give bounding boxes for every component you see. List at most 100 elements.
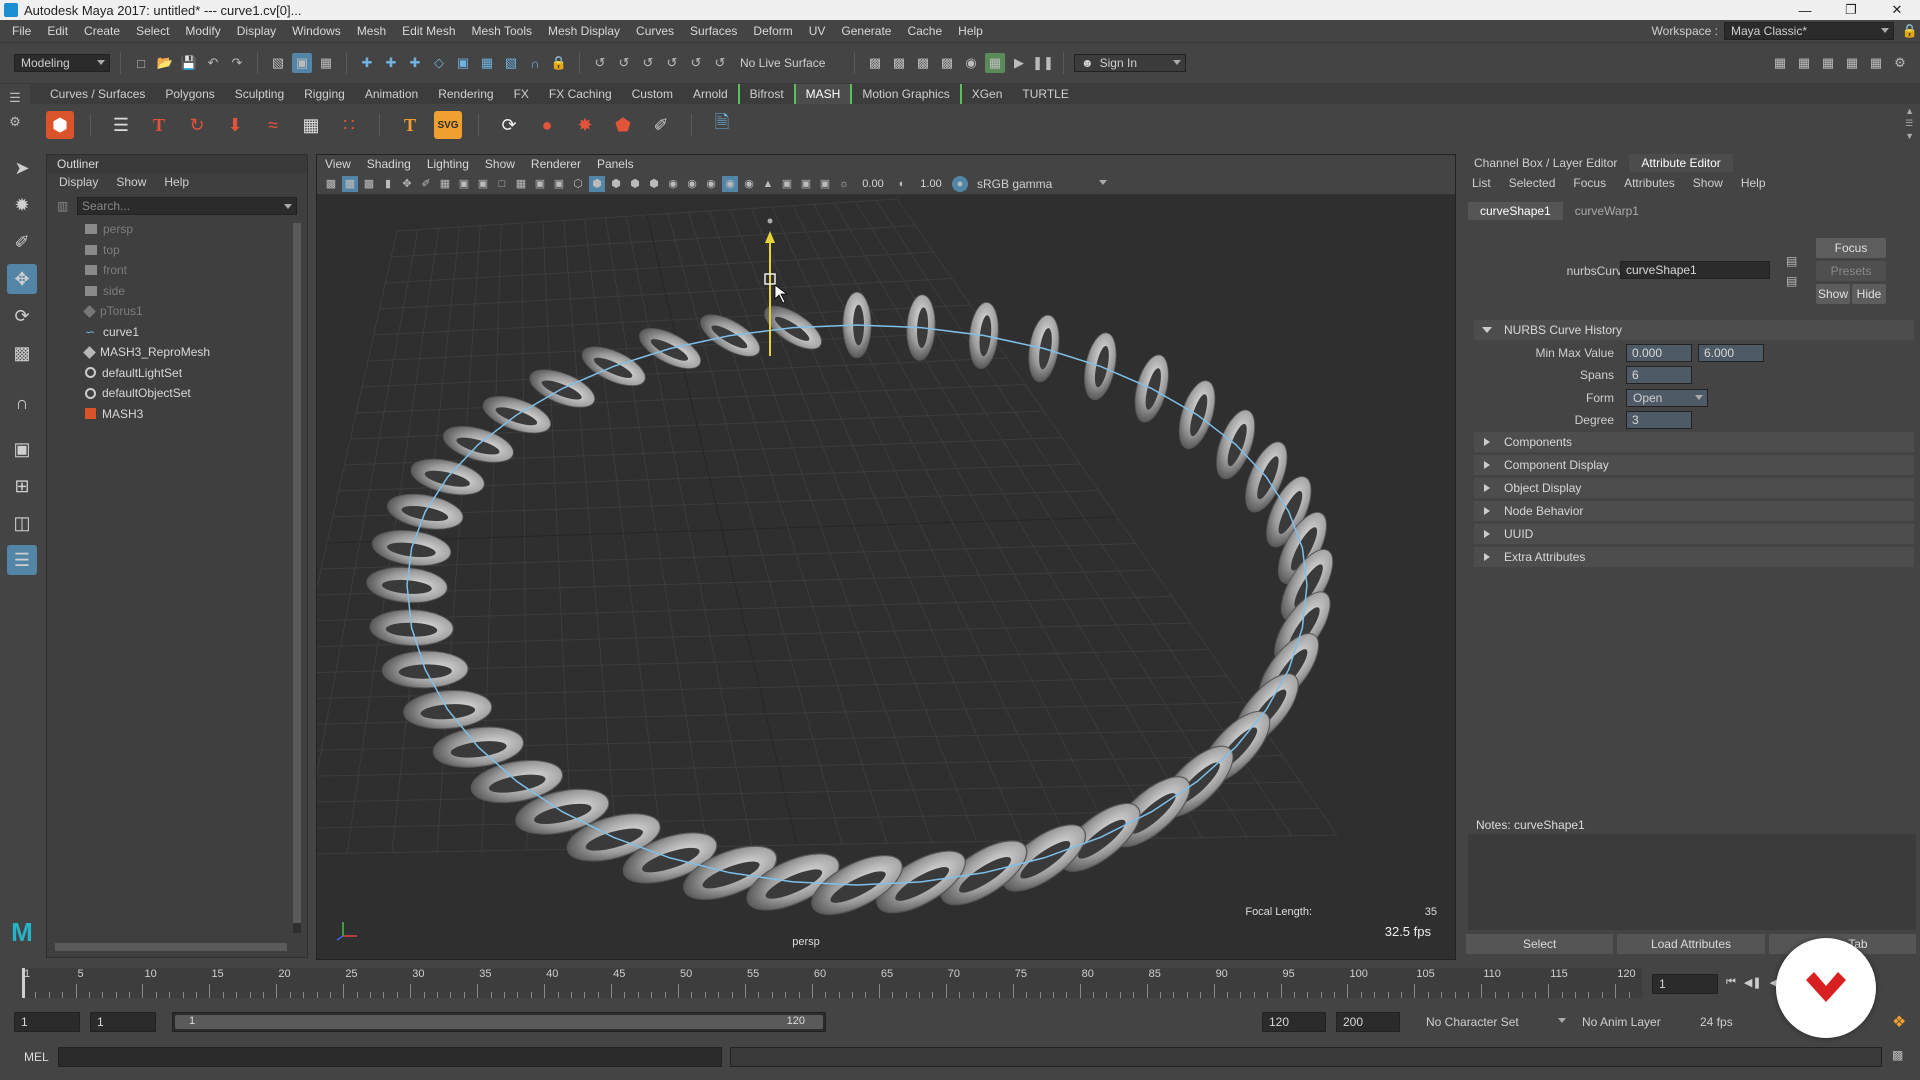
textured-icon[interactable]: ⬢ <box>627 176 643 192</box>
ae-menu-help[interactable]: Help <box>1741 176 1766 190</box>
auto-key-icon[interactable]: ❖ <box>1892 1012 1906 1032</box>
mash-network-icon[interactable]: ⬢ <box>46 111 74 139</box>
presets-button[interactable]: Presets <box>1816 261 1886 281</box>
save-scene-icon[interactable]: 💾 <box>179 53 199 73</box>
render-settings-icon[interactable]: ▩ <box>913 53 933 73</box>
gate-mask-icon[interactable]: □ <box>494 176 510 192</box>
object-display-section[interactable]: Object Display <box>1474 478 1914 498</box>
four-view-icon[interactable]: ⊞ <box>7 471 37 501</box>
show-button[interactable]: Show <box>1816 284 1850 304</box>
paint-select-tool-icon[interactable]: ✐ <box>7 227 37 257</box>
shelf-tab-animation[interactable]: Animation <box>355 84 428 104</box>
shelf-tab-custom[interactable]: Custom <box>622 84 683 104</box>
menu-cache[interactable]: Cache <box>899 24 950 38</box>
menu-select[interactable]: Select <box>128 24 177 38</box>
viewport-menu-lighting[interactable]: Lighting <box>427 157 469 171</box>
shelf-tab-motion-graphics[interactable]: Motion Graphics <box>850 84 959 104</box>
hypershade-icon[interactable]: ▩ <box>937 53 957 73</box>
exposure-field[interactable]: 0.00 <box>855 178 891 190</box>
gamma-field[interactable]: 1.00 <box>913 178 949 190</box>
character-controls-icon[interactable]: ▶ <box>1009 53 1029 73</box>
settings-toggle-icon[interactable]: ⚙ <box>1890 53 1910 73</box>
script-editor-icon[interactable]: ▩ <box>1892 1048 1903 1062</box>
padlock-icon[interactable]: 🔒 <box>549 53 569 73</box>
anim-layer-dropdown[interactable]: No Anim Layer <box>1576 1013 1680 1031</box>
menuset-dropdown[interactable]: Modeling <box>14 54 110 72</box>
tab-channel-box[interactable]: Channel Box / Layer Editor <box>1462 154 1629 172</box>
current-time-indicator[interactable] <box>22 968 25 998</box>
channel-box-toggle-icon[interactable]: ▦ <box>1842 53 1862 73</box>
tab-curveshape1[interactable]: curveShape1 <box>1468 202 1563 220</box>
xray-joints-icon[interactable]: ▣ <box>798 176 814 192</box>
construction-history-icon[interactable]: ↺ <box>662 53 682 73</box>
list-item[interactable]: side <box>47 281 307 302</box>
mash-editor-icon[interactable]: 🗎 <box>708 111 736 139</box>
menu-mesh-tools[interactable]: Mesh Tools <box>464 24 540 38</box>
outliner-vertical-scrollbar[interactable] <box>293 223 301 933</box>
outliner-menu-show[interactable]: Show <box>116 173 146 191</box>
select-hierarchy-icon[interactable]: ▧ <box>268 53 288 73</box>
node-behavior-section[interactable]: Node Behavior <box>1474 501 1914 521</box>
shelf-tab-arnold[interactable]: Arnold <box>683 84 738 104</box>
extra-attributes-section[interactable]: Extra Attributes <box>1474 547 1914 567</box>
shelf-list-icon[interactable]: ☰ <box>1905 118 1914 129</box>
ae-menu-attributes[interactable]: Attributes <box>1624 176 1675 190</box>
notes-textarea[interactable] <box>1468 834 1916 930</box>
safe-action-icon[interactable]: ▣ <box>532 176 548 192</box>
bookmarks-icon[interactable]: ▩ <box>361 176 377 192</box>
modeling-toolkit-toggle-icon[interactable]: ▦ <box>1770 53 1790 73</box>
mash-grid-icon[interactable]: ▦ <box>297 111 325 139</box>
step-back-icon[interactable]: ◀❚ <box>1744 976 1762 989</box>
form-dropdown[interactable]: Open <box>1626 389 1708 407</box>
select-tool-icon[interactable]: ➤ <box>7 153 37 183</box>
rotate-tool-icon[interactable]: ⟳ <box>7 301 37 331</box>
select-camera-icon[interactable]: ▩ <box>323 176 339 192</box>
menu-modify[interactable]: Modify <box>177 24 228 38</box>
mash-points-icon[interactable]: ∷ <box>335 111 363 139</box>
wireframe-on-shaded-icon[interactable]: ⬢ <box>608 176 624 192</box>
attribute-editor-toggle-icon[interactable]: ▦ <box>1794 53 1814 73</box>
mash-shatter-icon[interactable]: ⬟ <box>609 111 637 139</box>
components-section[interactable]: Components <box>1474 432 1914 452</box>
menu-edit[interactable]: Edit <box>39 24 76 38</box>
snap-point-icon[interactable]: ✚ <box>405 53 425 73</box>
menu-windows[interactable]: Windows <box>284 24 349 38</box>
open-scene-icon[interactable]: 📂 <box>155 53 175 73</box>
type-tool-icon[interactable]: T <box>396 111 424 139</box>
ambient-occlusion-icon[interactable]: ◉ <box>684 176 700 192</box>
playback-start-field[interactable]: 1 <box>90 1012 156 1032</box>
snap-grid-icon[interactable]: ✚ <box>357 53 377 73</box>
shelf-scroll-down-icon[interactable]: ▼ <box>1905 131 1914 141</box>
mash-text-icon[interactable]: T <box>145 111 173 139</box>
outliner-menu-display[interactable]: Display <box>59 173 98 191</box>
image-plane-icon[interactable]: ▮ <box>380 176 396 192</box>
shelf-tab-mash[interactable]: MASH <box>793 84 851 104</box>
undo-icon[interactable]: ↶ <box>203 53 223 73</box>
node-name-field[interactable]: curveShape1 <box>1620 261 1770 279</box>
ae-menu-focus[interactable]: Focus <box>1573 176 1606 190</box>
anti-aliasing-icon[interactable]: ◉ <box>722 175 738 192</box>
magnet-icon[interactable]: ∩ <box>525 53 545 73</box>
input-ops-icon[interactable]: ↺ <box>614 53 634 73</box>
smooth-shade-icon[interactable]: ⬢ <box>589 175 605 192</box>
snap-curve-icon[interactable]: ✚ <box>381 53 401 73</box>
render-history-icon[interactable]: ↺ <box>686 53 706 73</box>
wireframe-icon[interactable]: ⬡ <box>570 176 586 192</box>
ae-menu-list[interactable]: List <box>1472 176 1491 190</box>
modeling-toolkit-icon[interactable]: ▦ <box>985 53 1005 73</box>
shelf-tab-xgen[interactable]: XGen <box>959 84 1013 104</box>
character-set-dropdown[interactable]: No Character Set <box>1420 1013 1570 1031</box>
viewport-scene[interactable]: persp Focal Length: 35 32.5 fps <box>317 195 1455 959</box>
list-item[interactable]: defaultLightSet <box>47 363 307 384</box>
menu-file[interactable]: File <box>4 24 39 38</box>
ipr-history-icon[interactable]: ↺ <box>710 53 730 73</box>
menu-generate[interactable]: Generate <box>833 24 899 38</box>
color-space-dropdown[interactable]: sRGB gamma <box>971 174 1111 193</box>
snap-view-icon[interactable]: ◇ <box>429 53 449 73</box>
lock-icon[interactable]: 🔒 <box>1900 21 1920 41</box>
select-button[interactable]: Select <box>1466 934 1614 954</box>
uuid-section[interactable]: UUID <box>1474 524 1914 544</box>
color-management-icon[interactable]: ● <box>952 175 968 192</box>
single-view-icon[interactable]: ▣ <box>7 434 37 464</box>
snap-surface-icon[interactable]: ▣ <box>453 53 473 73</box>
